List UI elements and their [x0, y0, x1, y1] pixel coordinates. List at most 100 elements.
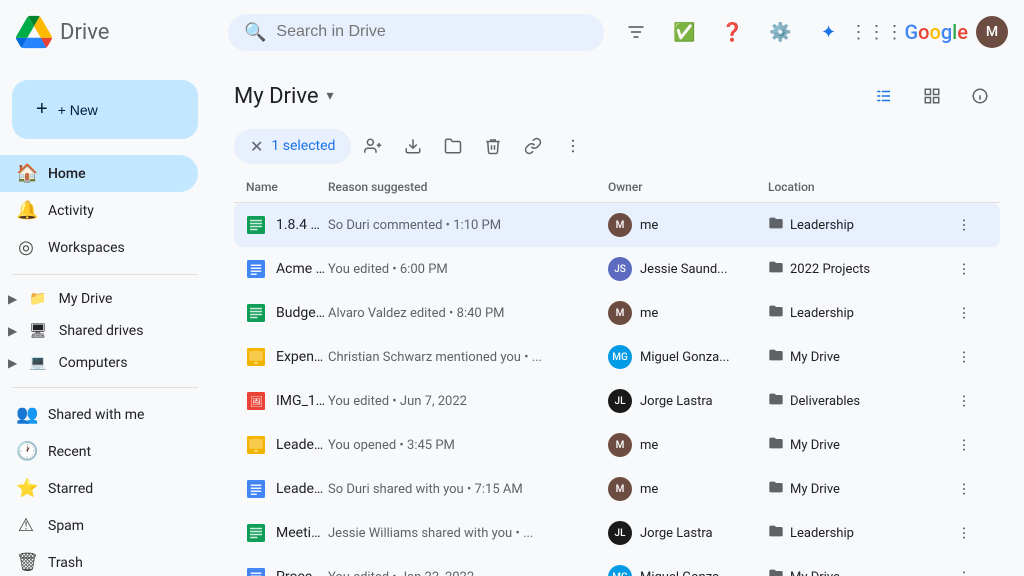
table-row[interactable]: Leadership Deck (3) So Duri shared with …: [234, 467, 1000, 511]
col-reason: Reason suggested: [328, 180, 608, 194]
new-button-label: + New: [58, 102, 98, 118]
owner-avatar: M: [608, 433, 632, 457]
get-link-button[interactable]: [515, 128, 551, 164]
owner-name: me: [640, 306, 658, 321]
file-name-cell: 1.8.4 Corrective Maintenance Request: [246, 215, 328, 235]
location-cell: My Drive: [768, 435, 948, 455]
sidebar-item-workspaces[interactable]: ◎ Workspaces: [0, 229, 198, 266]
location-cell: My Drive: [768, 347, 948, 367]
download-button[interactable]: [395, 128, 431, 164]
view-controls: [864, 76, 1000, 116]
location-name: Deliverables: [790, 394, 860, 409]
table-row[interactable]: Leadership & Organization Updates You op…: [234, 423, 1000, 467]
file-table: Name Reason suggested Owner Location 1.8…: [210, 172, 1024, 576]
location-cell: 2022 Projects: [768, 259, 948, 279]
owner-cell: JS Jessie Saund...: [608, 257, 768, 281]
file-name-cell: Budget 2024: [246, 303, 328, 323]
list-view-button[interactable]: [864, 76, 904, 116]
check-circle-icon[interactable]: ✅: [664, 12, 704, 52]
sidebar-item-trash[interactable]: 🗑 Trash: [0, 544, 198, 576]
sidebar-item-shared-drives[interactable]: ▶ 🖥 Shared drives: [0, 315, 198, 347]
slides-icon: [246, 347, 266, 367]
grid-view-button[interactable]: [912, 76, 952, 116]
workspaces-icon: ◎: [16, 237, 36, 258]
file-name: Budget 2024: [276, 305, 328, 321]
file-name-cell: Process_and_Procedures: [246, 567, 328, 576]
owner-cell: M me: [608, 213, 768, 237]
sidebar-item-computers[interactable]: ▶ 💻 Computers: [0, 347, 198, 379]
row-more-button[interactable]: [948, 473, 980, 505]
table-row[interactable]: ExpenseForm_Daisy.Gentile_2018 Christian…: [234, 335, 1000, 379]
row-more-button[interactable]: [948, 385, 980, 417]
row-more-button[interactable]: [948, 341, 980, 373]
owner-cell: M me: [608, 433, 768, 457]
add-person-button[interactable]: [355, 128, 391, 164]
avatar[interactable]: M: [976, 16, 1008, 48]
owner-cell: MG Miguel Gonza...: [608, 565, 768, 576]
sidebar-label-recent: Recent: [48, 444, 91, 460]
sidebar-item-activity[interactable]: 🔔 Activity: [0, 192, 198, 229]
row-more-button[interactable]: [948, 561, 980, 576]
row-more-button[interactable]: [948, 253, 980, 285]
location-cell: Leadership: [768, 523, 948, 543]
drive-title[interactable]: My Drive ▾: [234, 84, 334, 109]
home-icon: 🏠: [16, 163, 36, 184]
table-row[interactable]: 🖼 IMG_1234.jpg You edited • Jun 7, 2022 …: [234, 379, 1000, 423]
row-more-button[interactable]: [948, 297, 980, 329]
filter-icon[interactable]: [616, 12, 656, 52]
owner-name: me: [640, 438, 658, 453]
logo: Drive: [16, 14, 216, 50]
sidebar-item-my-drive[interactable]: ▶ 📁 My Drive: [0, 283, 198, 315]
row-more-button[interactable]: [948, 209, 980, 241]
file-rows-container: 1.8.4 Corrective Maintenance Request So …: [234, 203, 1000, 576]
table-row[interactable]: Meeting Notes Jessie Williams shared wit…: [234, 511, 1000, 555]
row-more-button[interactable]: [948, 517, 980, 549]
new-button[interactable]: + + New: [12, 80, 198, 139]
location-cell: Leadership: [768, 215, 948, 235]
owner-cell: JL Jorge Lastra: [608, 521, 768, 545]
info-button[interactable]: [960, 76, 1000, 116]
toolbar: ✕ 1 selected: [210, 124, 1024, 172]
settings-icon[interactable]: ⚙️: [760, 12, 800, 52]
location-folder-icon: [768, 391, 784, 411]
docs-icon: [246, 567, 266, 576]
sidebar-item-home[interactable]: 🏠 Home: [0, 155, 198, 192]
table-row[interactable]: Acme Customer List You edited • 6:00 PM …: [234, 247, 1000, 291]
help-icon[interactable]: ❓: [712, 12, 752, 52]
sidebar-item-shared-with-me[interactable]: 👥 Shared with me: [0, 396, 198, 433]
sidebar-item-spam[interactable]: ⚠ Spam: [0, 507, 198, 544]
location-name: 2022 Projects: [790, 262, 870, 277]
apps-icon[interactable]: ⋮⋮⋮: [856, 12, 896, 52]
row-more-button[interactable]: [948, 429, 980, 461]
search-input[interactable]: [276, 23, 588, 41]
sidebar-label-spam: Spam: [48, 518, 84, 534]
location-name: Leadership: [790, 526, 854, 541]
location-cell: Deliverables: [768, 391, 948, 411]
owner-cell: JL Jorge Lastra: [608, 389, 768, 413]
table-row[interactable]: Process_and_Procedures You edited • Jan …: [234, 555, 1000, 576]
move-to-folder-button[interactable]: [435, 128, 471, 164]
sidebar-item-starred[interactable]: ⭐ Starred: [0, 470, 198, 507]
sidebar-label-computers: Computers: [59, 355, 128, 371]
owner-avatar: M: [608, 213, 632, 237]
table-row[interactable]: 1.8.4 Corrective Maintenance Request So …: [234, 203, 1000, 247]
file-name-cell: Acme Customer List: [246, 259, 328, 279]
gemini-icon[interactable]: ✦: [808, 12, 848, 52]
starred-icon: ⭐: [16, 478, 36, 499]
file-name-cell: 🖼 IMG_1234.jpg: [246, 391, 328, 411]
sidebar-label-shared-with-me: Shared with me: [48, 407, 144, 423]
drive-title-text: My Drive: [234, 84, 319, 109]
owner-avatar: MG: [608, 565, 632, 576]
delete-button[interactable]: [475, 128, 511, 164]
reason-cell: Alvaro Valdez edited • 8:40 PM: [328, 306, 608, 321]
docs-icon: [246, 259, 266, 279]
location-folder-icon: [768, 259, 784, 279]
table-row[interactable]: Budget 2024 Alvaro Valdez edited • 8:40 …: [234, 291, 1000, 335]
recent-icon: 🕐: [16, 441, 36, 462]
more-toolbar-button[interactable]: [555, 128, 591, 164]
deselect-button[interactable]: ✕: [250, 137, 263, 156]
search-bar[interactable]: 🔍: [228, 14, 604, 51]
sidebar-item-recent[interactable]: 🕐 Recent: [0, 433, 198, 470]
topbar: Drive 🔍 ✅ ❓ ⚙️ ✦ ⋮⋮⋮ Google M: [0, 0, 1024, 64]
location-folder-icon: [768, 347, 784, 367]
